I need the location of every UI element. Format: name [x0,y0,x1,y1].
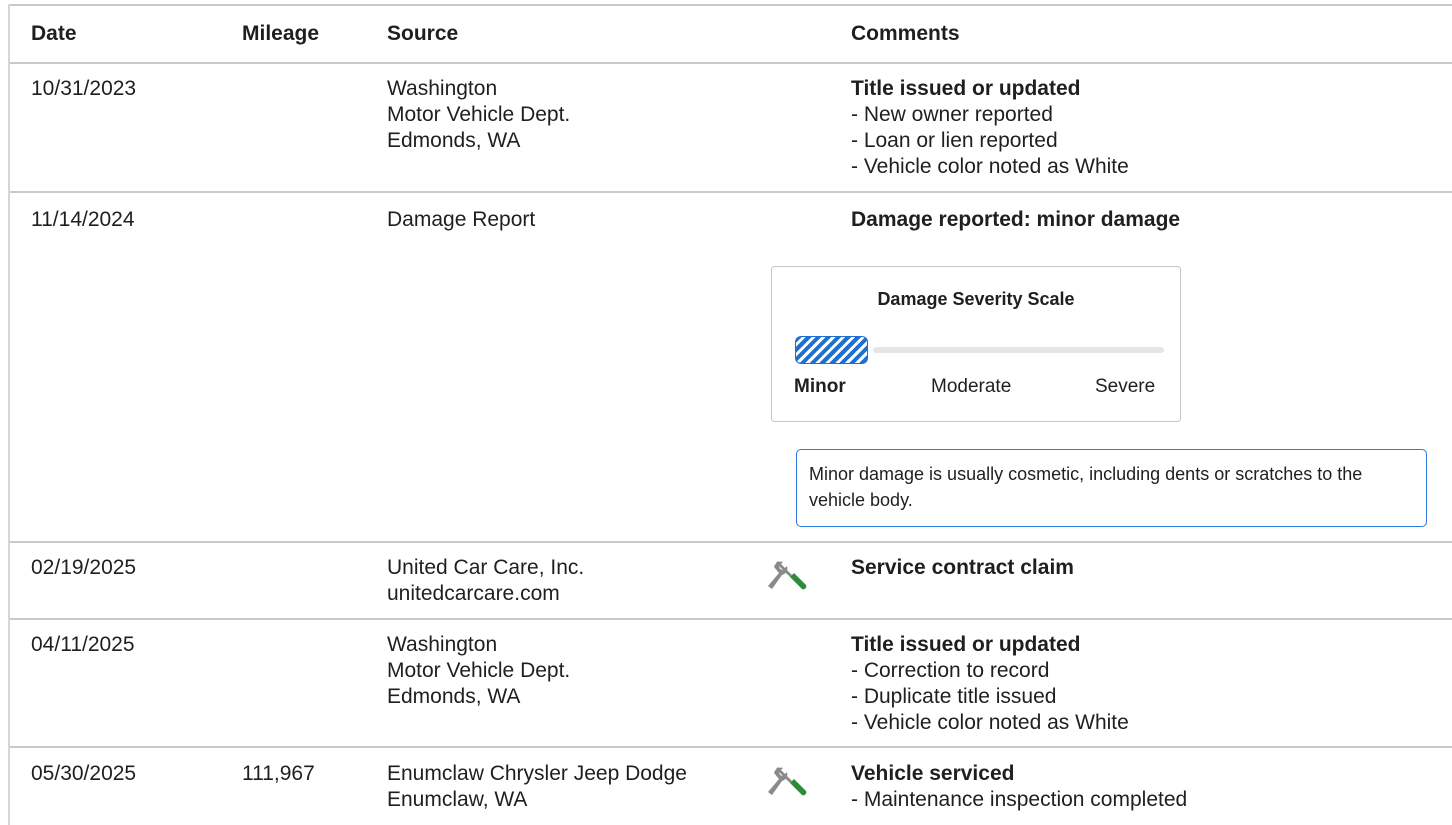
record-comments: Vehicle serviced Maintenance inspection … [851,761,1187,813]
vehicle-history-table: Date Mileage Source Comments 10/31/2023 … [0,0,1452,825]
source-line: Enumclaw, WA [387,788,528,811]
comment-detail: Loan or lien reported [851,128,1129,154]
comment-detail: Correction to record [851,658,1129,684]
source-line: Edmonds, WA [387,129,521,152]
source-line: United Car Care, Inc. [387,556,585,579]
record-comments: Title issued or updated Correction to re… [851,632,1129,736]
comment-detail: Vehicle color noted as White [851,154,1129,180]
record-source: Enumclaw Chrysler Jeep Dodge Enumclaw, W… [387,761,687,813]
comment-title: Vehicle serviced [851,762,1015,785]
column-header-date: Date [31,22,77,45]
record-mileage: 111,967 [242,762,315,785]
table-row: 10/31/2023 Washington Motor Vehicle Dept… [10,64,1452,193]
record-comments: Title issued or updated New owner report… [851,76,1129,180]
severity-label-moderate: Moderate [931,376,1012,397]
severity-fill [795,336,868,364]
comment-title: Title issued or updated [851,633,1081,656]
record-date: 04/11/2025 [31,633,135,656]
table-row: 11/14/2024 Damage Report Damage reported… [10,193,1452,543]
severity-track [873,347,1164,353]
comment-detail: New owner reported [851,102,1129,128]
record-comments: Service contract claim [851,555,1074,581]
record-source: Washington Motor Vehicle Dept. Edmonds, … [387,76,570,154]
source-line: Washington [387,633,498,656]
record-date: 02/19/2025 [31,556,137,579]
table-row: 04/11/2025 Washington Motor Vehicle Dept… [10,620,1452,748]
source-line: Damage Report [387,208,536,231]
record-source: Washington Motor Vehicle Dept. Edmonds, … [387,632,570,710]
damage-info-note: Minor damage is usually cosmetic, includ… [796,449,1427,527]
comment-title: Damage reported: minor damage [851,208,1181,231]
record-comments: Damage reported: minor damage [851,207,1180,233]
table-header: Date Mileage Source Comments [10,6,1452,64]
source-line: Enumclaw Chrysler Jeep Dodge [387,762,687,785]
source-line: Motor Vehicle Dept. [387,659,571,682]
severity-scale-title: Damage Severity Scale [877,289,1075,309]
column-header-comments: Comments [851,22,960,45]
comment-detail: Duplicate title issued [851,684,1129,710]
severity-label-severe: Severe [1095,376,1156,397]
record-source: United Car Care, Inc. unitedcarcare.com [387,555,584,607]
comment-detail: Vehicle color noted as White [851,710,1129,736]
source-line: unitedcarcare.com [387,582,560,605]
record-date: 05/30/2025 [31,762,137,785]
column-header-source: Source [387,22,459,45]
record-date: 10/31/2023 [31,77,137,100]
source-line: Edmonds, WA [387,685,521,708]
damage-severity-scale: Damage Severity Scale Minor Moderate Sev… [771,266,1181,422]
wrench-screwdriver-icon [768,763,810,805]
comment-title: Title issued or updated [851,77,1081,100]
severity-label-minor: Minor [794,376,846,397]
record-source: Damage Report [387,207,535,233]
comment-detail: Maintenance inspection completed [851,787,1187,813]
column-header-mileage: Mileage [242,22,320,45]
comment-title: Service contract claim [851,556,1074,579]
table-row: 05/30/2025 111,967 Enumclaw Chrysler Jee… [10,748,1452,825]
wrench-screwdriver-icon [768,557,810,599]
record-date: 11/14/2024 [31,208,135,231]
source-line: Motor Vehicle Dept. [387,103,571,126]
source-line: Washington [387,77,498,100]
table-row: 02/19/2025 United Car Care, Inc. unitedc… [10,543,1452,620]
